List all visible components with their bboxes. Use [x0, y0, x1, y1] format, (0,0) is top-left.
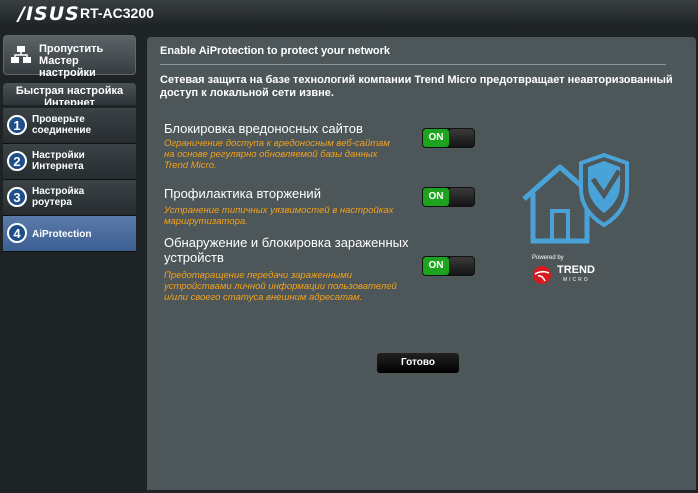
step-number-3: 3: [7, 187, 27, 207]
powered-by-label: Powered by: [532, 255, 564, 261]
step-number-2: 2: [7, 151, 27, 171]
step-aiprotection[interactable]: 4 AiProtection: [3, 216, 136, 252]
skip-wizard-button[interactable]: Пропустить Мастер настройки: [3, 35, 136, 79]
main-panel: Enable AiProtection to protect your netw…: [147, 37, 696, 490]
infected-devices-toggle[interactable]: ON: [422, 256, 475, 276]
done-button[interactable]: Готово: [376, 352, 460, 374]
feature-intrusion-prevention-desc: Устранение типичных уязвимостей в настро…: [164, 205, 394, 227]
toggle-knob: [449, 257, 474, 275]
step-label: Проверьте соединение: [32, 114, 92, 136]
feature-intrusion-prevention-title: Профилактика вторжений: [164, 186, 321, 201]
step-label: AiProtection: [32, 229, 92, 240]
wizard-steps: 1 Проверьте соединение 2 Настройки Интер…: [3, 108, 136, 252]
feature-infected-devices-desc: Предотвращение передачи зараженными устр…: [164, 270, 397, 303]
asus-logo: /ISUS: [18, 3, 80, 25]
trend-micro-subtext: MICRO: [563, 277, 590, 283]
step-label: Настройка роутера: [32, 186, 85, 208]
skip-wizard-label: Пропустить Мастер настройки: [39, 43, 104, 79]
malicious-sites-toggle[interactable]: ON: [422, 128, 475, 148]
feature-malicious-sites-desc: Ограничение доступа к вредоносным веб-са…: [164, 138, 390, 171]
page-title: Enable AiProtection to protect your netw…: [160, 45, 391, 57]
step-router-settings[interactable]: 3 Настройка роутера: [3, 180, 136, 216]
toggle-on-label: ON: [423, 188, 449, 206]
top-bar: /ISUS RT-AC3200: [0, 0, 698, 28]
trend-micro-text: TREND: [557, 264, 595, 276]
model-name: RT-AC3200: [80, 5, 154, 21]
toggle-on-label: ON: [423, 129, 449, 147]
qis-title: Быстрая настройка Интернет: [3, 83, 136, 105]
step-check-connection[interactable]: 1 Проверьте соединение: [3, 108, 136, 144]
trend-micro-logo-icon: [533, 266, 551, 284]
intrusion-prevention-toggle[interactable]: ON: [422, 187, 475, 207]
feature-malicious-sites-title: Блокировка вредоносных сайтов: [164, 121, 363, 136]
intro-text: Сетевая защита на базе технологий компан…: [160, 74, 673, 99]
toggle-knob: [449, 188, 474, 206]
step-number-4: 4: [7, 223, 27, 243]
feature-infected-devices-title: Обнаружение и блокировка зараженных устр…: [164, 235, 409, 265]
toggle-on-label: ON: [423, 257, 449, 275]
step-internet-settings[interactable]: 2 Настройки Интернета: [3, 144, 136, 180]
step-number-1: 1: [7, 115, 27, 135]
toggle-knob: [449, 129, 474, 147]
divider: [160, 64, 666, 65]
house-shield-icon: [522, 152, 629, 244]
network-icon: [11, 46, 31, 63]
step-label: Настройки Интернета: [32, 150, 85, 172]
